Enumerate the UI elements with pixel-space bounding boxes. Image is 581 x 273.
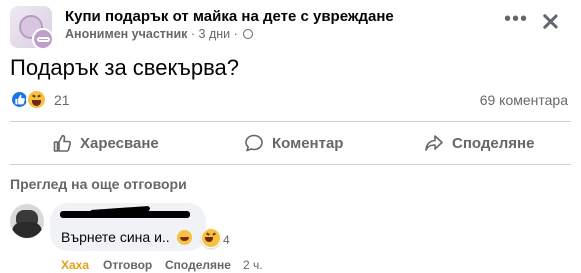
post-header: Купи подарък от майка на дете с увреждан… [10,6,571,50]
comment-bubble-icon [244,133,264,153]
reactions-summary: 21 69 коментара [10,89,571,111]
share-button[interactable]: Споделяне [424,128,534,158]
haha-icon[interactable] [26,89,47,110]
meta-separator: · [190,27,196,41]
divider [10,121,571,122]
share-label: Споделяне [452,134,535,152]
comment-label: Коментар [272,134,344,152]
reaction-count[interactable]: 21 [54,92,70,108]
glasses-icon [37,37,50,42]
comments-count[interactable]: 69 коментара [480,92,568,108]
like-label: Харесване [80,134,159,152]
comment-reply-button[interactable]: Отговор [103,258,165,272]
haha-icon[interactable] [201,228,221,248]
comment-bubble: Върнете сина и.. [50,203,206,251]
comment-share-button[interactable]: Споделяне [165,258,243,272]
divider [10,164,571,165]
post-meta: Анонимен участник · 3 дни · [65,27,254,41]
close-icon[interactable] [536,8,564,36]
commenter-avatar[interactable] [10,204,44,238]
avatar-shape [12,222,42,238]
comment-time[interactable]: 2 ч. [243,258,263,272]
comment-button[interactable]: Коментар [244,128,343,158]
author-name[interactable]: Анонимен участник [65,27,187,41]
more-options-button[interactable]: ••• [502,9,530,32]
haha-mouth [205,237,213,242]
comment-text: Върнете сина и.. [61,229,170,245]
post-time[interactable]: 3 дни [199,27,231,41]
comment-actions: Хаха Отговор Споделяне 2 ч. [61,258,263,272]
like-button[interactable]: Харесване [52,128,159,158]
haha-mouth [32,100,41,106]
comment-reaction-count[interactable]: 4 [223,233,230,247]
laughing-emoji-icon [177,230,192,245]
post-text: Подарък за свекърва? [10,55,239,80]
share-arrow-icon [424,133,444,153]
group-name-link[interactable]: Купи подарък от майка на дете с увреждан… [65,8,394,25]
meta-separator-2: · [233,27,238,41]
comment-haha-button[interactable]: Хаха [61,258,103,272]
anonymous-avatar-icon [32,28,54,50]
view-more-replies-link[interactable]: Преглед на още отговори [10,176,187,192]
thumbs-up-icon [52,133,72,153]
globe-icon [243,29,254,39]
